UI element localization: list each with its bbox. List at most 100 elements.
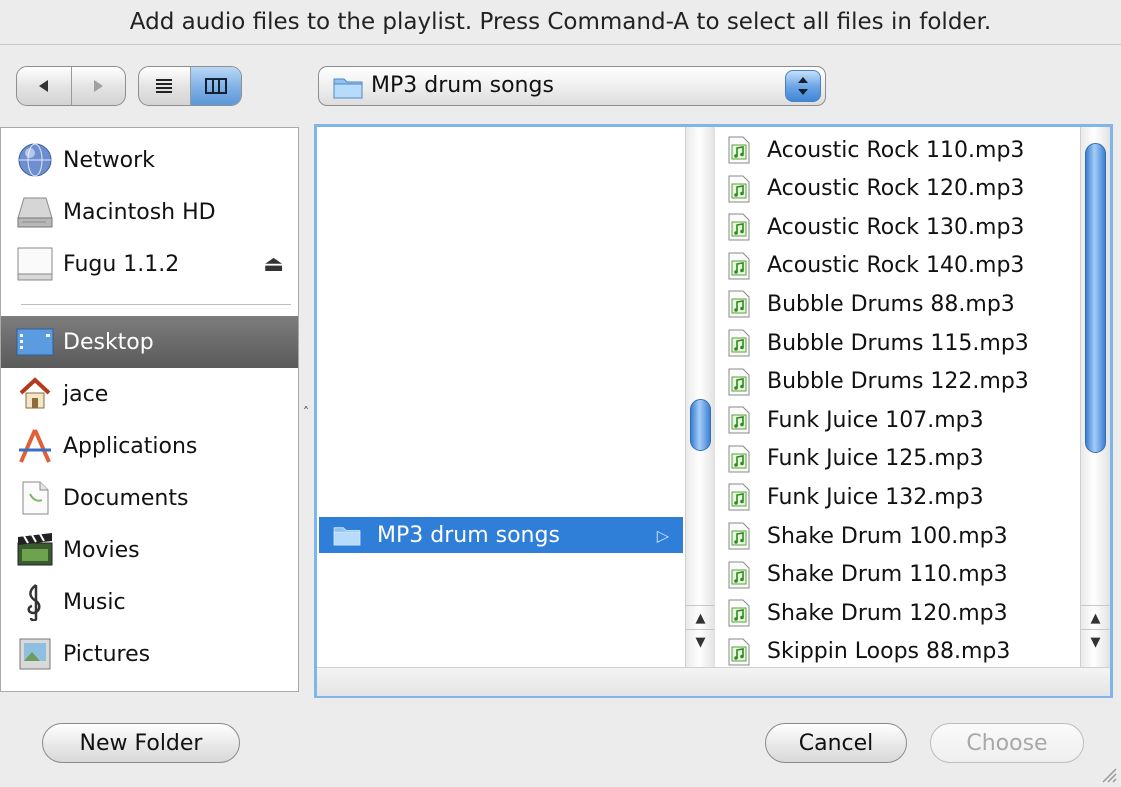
sidebar-item-label: Fugu 1.1.2: [63, 251, 180, 277]
hard-drive-icon: [15, 192, 55, 232]
audio-file-icon: [728, 561, 750, 589]
scroll-down-button[interactable]: ▼: [686, 629, 715, 654]
file-row[interactable]: Funk Juice 107.mp3: [727, 401, 984, 439]
view-mode-control: [138, 66, 242, 106]
column-2-scroll-thumb[interactable]: [1085, 143, 1106, 453]
file-row[interactable]: Acoustic Rock 140.mp3: [727, 247, 1024, 285]
file-name: Acoustic Rock 120.mp3: [767, 176, 1025, 202]
column-1-scrollbar[interactable]: ▲ ▼: [685, 127, 715, 667]
pictures-icon: [15, 634, 55, 674]
file-row[interactable]: Bubble Drums 88.mp3: [727, 285, 1015, 323]
sidebar-item-pictures[interactable]: Pictures: [1, 628, 298, 680]
folder-icon: [333, 78, 363, 99]
sidebar-item-label: Network: [63, 147, 155, 173]
browser-column-1: MP3 drum songs ▷: [317, 127, 686, 667]
sidebar-item-macintosh-hd[interactable]: Macintosh HD: [1, 186, 298, 238]
file-row[interactable]: Shake Drum 110.mp3: [727, 556, 1008, 594]
column-1-scroll-thumb[interactable]: [690, 399, 711, 451]
triangle-left-icon: [38, 80, 48, 92]
music-clef-icon: [15, 582, 55, 622]
file-name: Shake Drum 100.mp3: [767, 523, 1008, 549]
desktop-icon: [15, 322, 55, 362]
sidebar-item-label: Pictures: [63, 641, 151, 667]
column-item-mp3-drum-songs[interactable]: MP3 drum songs ▷: [319, 517, 683, 553]
sidebar-item-label: Macintosh HD: [63, 199, 216, 225]
column-2-scrollbar[interactable]: ▲ ▼: [1080, 127, 1110, 667]
file-row[interactable]: Funk Juice 125.mp3: [727, 440, 984, 478]
file-row[interactable]: Shake Drum 100.mp3: [727, 517, 1008, 555]
sidebar-item-movies[interactable]: Movies: [1, 524, 298, 576]
sidebar-item-desktop[interactable]: Desktop: [1, 316, 298, 368]
resize-grip-icon[interactable]: [1099, 765, 1117, 783]
new-folder-button[interactable]: New Folder: [42, 723, 240, 763]
file-name: Funk Juice 125.mp3: [767, 446, 984, 472]
audio-file-icon: [728, 638, 750, 666]
audio-file-icon: [728, 445, 750, 473]
audio-file-icon: [728, 522, 750, 550]
disclosure-arrow-icon: ▷: [656, 525, 669, 545]
choose-button[interactable]: Choose: [930, 723, 1084, 763]
file-name: Shake Drum 120.mp3: [767, 600, 1008, 626]
sidebar-item-network[interactable]: Network: [1, 134, 298, 186]
file-row[interactable]: Acoustic Rock 110.mp3: [727, 131, 1024, 169]
file-row[interactable]: Skippin Loops 88.mp3: [727, 633, 1010, 667]
nav-segmented-control: [16, 66, 126, 106]
location-label: MP3 drum songs: [371, 73, 554, 98]
sidebar-item-label: Movies: [63, 537, 140, 563]
eject-icon[interactable]: ⏏: [263, 252, 284, 277]
file-name: Acoustic Rock 140.mp3: [767, 253, 1025, 279]
audio-file-icon: [728, 483, 750, 511]
audio-file-icon: [728, 290, 750, 318]
list-view-button[interactable]: [139, 67, 190, 105]
folder-icon: [333, 527, 361, 546]
sidebar-item-label: Applications: [63, 433, 198, 459]
dialog-title: Add audio files to the playlist. Press C…: [129, 9, 992, 35]
column-view-icon: [204, 78, 227, 94]
forward-button[interactable]: [70, 67, 126, 105]
scroll-up-button[interactable]: ▲: [1081, 605, 1110, 630]
home-icon: [15, 374, 55, 414]
file-name: Bubble Drums 122.mp3: [767, 369, 1029, 395]
popup-stepper[interactable]: [785, 70, 821, 102]
sidebar-item-applications[interactable]: Applications: [1, 420, 298, 472]
sidebar: Network Macintosh HD Fugu 1.1.2 ⏏ Deskto…: [0, 127, 299, 692]
file-row[interactable]: Bubble Drums 122.mp3: [727, 363, 1029, 401]
file-row[interactable]: Acoustic Rock 120.mp3: [727, 170, 1024, 208]
documents-icon: [15, 478, 55, 518]
scroll-down-button[interactable]: ▼: [1081, 629, 1110, 654]
audio-file-icon: [728, 136, 750, 164]
horizontal-scrollbar[interactable]: [317, 667, 1110, 696]
sidebar-item-music[interactable]: Music: [1, 576, 298, 628]
chevron-updown-icon: [798, 77, 808, 95]
sidebar-item-label: Documents: [63, 485, 189, 511]
cancel-button[interactable]: Cancel: [765, 723, 907, 763]
scroll-up-button[interactable]: ▲: [686, 605, 715, 630]
list-view-icon: [156, 79, 173, 93]
file-name: Acoustic Rock 110.mp3: [767, 137, 1025, 163]
file-name: Skippin Loops 88.mp3: [767, 639, 1011, 665]
network-globe-icon: [15, 140, 55, 180]
applications-icon: [15, 426, 55, 466]
back-button[interactable]: [17, 67, 71, 105]
file-row[interactable]: Funk Juice 132.mp3: [727, 478, 984, 516]
sidebar-item-label: jace: [63, 381, 109, 407]
sidebar-item-jace[interactable]: jace: [1, 368, 298, 420]
file-row[interactable]: Bubble Drums 115.mp3: [727, 324, 1029, 362]
sidebar-item-label: Music: [63, 589, 126, 615]
file-name: Shake Drum 110.mp3: [767, 562, 1008, 588]
audio-file-icon: [728, 368, 750, 396]
audio-file-icon: [728, 329, 750, 357]
location-popup[interactable]: MP3 drum songs: [318, 66, 826, 106]
audio-file-icon: [728, 213, 750, 241]
file-row[interactable]: Acoustic Rock 130.mp3: [727, 208, 1024, 246]
column-view-button[interactable]: [189, 67, 241, 105]
movies-icon: [15, 530, 55, 570]
file-row[interactable]: Shake Drum 120.mp3: [727, 594, 1008, 632]
splitter-handle[interactable]: ˄: [303, 405, 309, 419]
sidebar-item-fugu[interactable]: Fugu 1.1.2 ⏏: [1, 238, 298, 290]
file-name: Funk Juice 132.mp3: [767, 484, 984, 510]
file-name: Bubble Drums 88.mp3: [767, 291, 1015, 317]
file-name: Bubble Drums 115.mp3: [767, 330, 1029, 356]
sidebar-item-documents[interactable]: Documents: [1, 472, 298, 524]
audio-file-icon: [728, 599, 750, 627]
